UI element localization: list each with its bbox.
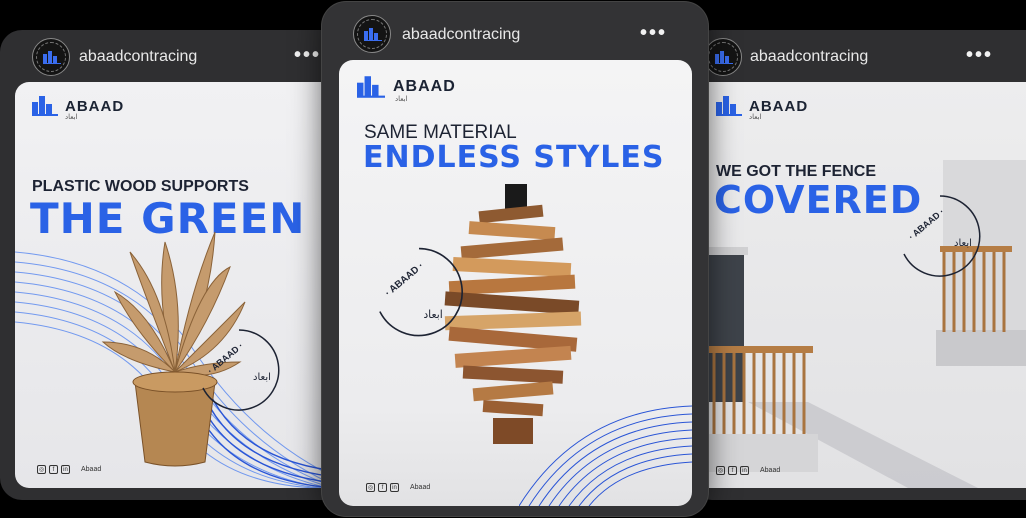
brand-logo: ABAAD ابعاد bbox=[32, 96, 125, 121]
profile-avatar[interactable] bbox=[32, 38, 70, 76]
social-footer: ◎ f in Abaad bbox=[37, 465, 101, 474]
post-image-wood-stack[interactable]: ABAAD ابعاد SAME MATERIAL ENDLESS STYLES… bbox=[339, 60, 692, 506]
footer-brand-name: Abaad bbox=[81, 466, 102, 473]
brand-stamp-seal: · ABAAD · ابعاد bbox=[202, 329, 280, 411]
svg-text:· ABAAD ·: · ABAAD · bbox=[907, 206, 946, 241]
brand-subtitle: ابعاد bbox=[395, 96, 408, 103]
brand-logo: ABAAD ابعاد bbox=[357, 76, 456, 103]
building-logo-icon bbox=[357, 76, 385, 98]
facebook-icon[interactable]: f bbox=[378, 483, 387, 492]
building-logo-icon bbox=[715, 51, 733, 64]
svg-text:· ABAAD ·: · ABAAD · bbox=[383, 260, 426, 299]
brand-subtitle: ابعاد bbox=[749, 114, 762, 121]
profile-avatar[interactable] bbox=[704, 38, 742, 76]
post-card-center[interactable]: abaadcontracing ••• ABAAD ابعاد SAME MAT… bbox=[322, 2, 708, 516]
post-header: abaadcontracing ••• bbox=[322, 2, 708, 56]
brand-logo: ABAAD ابعاد bbox=[716, 96, 809, 121]
account-handle[interactable]: abaadcontracing bbox=[750, 48, 868, 66]
account-handle[interactable]: abaadcontracing bbox=[79, 48, 197, 66]
brand-name: ABAAD bbox=[393, 78, 456, 95]
brand-stamp-seal: · ABAAD · ابعاد bbox=[379, 247, 463, 337]
more-options-icon[interactable]: ••• bbox=[640, 22, 667, 45]
brand-name: ABAAD bbox=[65, 97, 125, 115]
post-headline: COVERED bbox=[714, 178, 923, 222]
linkedin-icon[interactable]: in bbox=[390, 483, 399, 492]
account-handle[interactable]: abaadcontracing bbox=[402, 26, 520, 44]
balcony-fence-image bbox=[708, 160, 1026, 488]
profile-avatar[interactable] bbox=[353, 15, 391, 53]
post-image-plant[interactable]: ABAAD ابعاد PLASTIC WOOD SUPPORTS THE GR… bbox=[15, 82, 345, 488]
svg-text:ابعاد: ابعاد bbox=[954, 238, 972, 249]
building-logo-icon bbox=[364, 28, 382, 41]
svg-text:· ABAAD ·: · ABAAD · bbox=[206, 340, 245, 375]
linkedin-icon[interactable]: in bbox=[740, 466, 749, 475]
footer-brand-name: Abaad bbox=[410, 484, 431, 491]
more-options-icon[interactable]: ••• bbox=[294, 44, 321, 67]
instagram-icon[interactable]: ◎ bbox=[716, 466, 725, 475]
instagram-icon[interactable]: ◎ bbox=[366, 483, 375, 492]
footer-brand-name: Abaad bbox=[760, 467, 781, 474]
brand-stamp-seal: · ABAAD · ابعاد bbox=[903, 195, 981, 277]
post-card-right[interactable]: abaadcontracing ••• ABAAD ابعاد WE GOT T… bbox=[690, 30, 1026, 500]
linkedin-icon[interactable]: in bbox=[61, 465, 70, 474]
post-image-fence[interactable]: ABAAD ابعاد WE GOT THE FENCE COVERED · A… bbox=[708, 82, 1026, 488]
more-options-icon[interactable]: ••• bbox=[966, 44, 993, 67]
instagram-icon[interactable]: ◎ bbox=[37, 465, 46, 474]
facebook-icon[interactable]: f bbox=[49, 465, 58, 474]
facebook-icon[interactable]: f bbox=[728, 466, 737, 475]
post-headline: ENDLESS STYLES bbox=[363, 140, 665, 175]
brand-subtitle: ابعاد bbox=[65, 114, 78, 121]
social-footer: ◎ f in Abaad bbox=[716, 466, 780, 475]
building-logo-icon bbox=[716, 96, 742, 116]
social-footer: ◎ f in Abaad bbox=[366, 483, 430, 492]
post-header: abaadcontracing ••• bbox=[0, 30, 346, 84]
post-header: abaadcontracing ••• bbox=[690, 30, 1026, 84]
building-logo-icon bbox=[43, 51, 61, 64]
brand-name: ABAAD bbox=[749, 97, 809, 115]
svg-text:ابعاد: ابعاد bbox=[253, 372, 271, 383]
svg-text:ابعاد: ابعاد bbox=[423, 309, 442, 321]
post-card-left[interactable]: abaadcontracing ••• ABAAD ابعاد PLASTIC … bbox=[0, 30, 346, 500]
building-logo-icon bbox=[32, 96, 58, 116]
